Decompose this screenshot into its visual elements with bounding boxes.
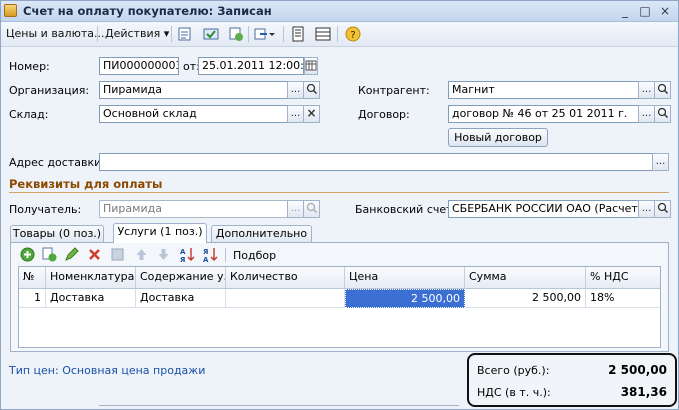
bank-account-select-button[interactable]: ...	[638, 200, 655, 218]
svg-text:Я: Я	[203, 248, 208, 256]
delivery-address-field[interactable]	[99, 153, 653, 171]
toolbar-separator	[97, 26, 98, 42]
tab-additional[interactable]: Дополнительно	[211, 225, 312, 242]
sort-ascending-icon[interactable]: AЯ	[179, 246, 196, 264]
move-down-icon[interactable]	[156, 247, 171, 262]
close-button[interactable]: ×	[657, 3, 673, 19]
movements-icon[interactable]	[315, 26, 331, 42]
calendar-icon[interactable]	[304, 57, 318, 75]
title-bar: Счет на оплату покупателю: Записан _ □ ×	[1, 1, 678, 22]
document-icon	[4, 4, 17, 17]
actions-menu-button[interactable]: Действия ▾	[105, 27, 169, 40]
vat-label: НДС (в т. ч.):	[477, 386, 551, 399]
column-header-quantity[interactable]: Количество	[226, 267, 345, 289]
svg-text:A: A	[180, 248, 186, 256]
help-icon[interactable]: ?	[345, 26, 361, 42]
contract-select-button[interactable]: ...	[638, 105, 655, 123]
toolbar-separator	[248, 26, 249, 42]
window-title: Счет на оплату покупателю: Записан	[23, 4, 272, 18]
toolbar-separator	[283, 26, 284, 42]
bank-account-label: Банковский счет:	[355, 203, 457, 216]
based-on-icon[interactable]	[254, 26, 275, 42]
recipient-open-icon	[303, 200, 320, 218]
organization-select-button[interactable]: ...	[287, 81, 304, 99]
comment-field-edge	[99, 405, 459, 410]
bank-account-field[interactable]: СБЕРБАНК РОССИИ ОАО (Расчетн	[448, 200, 639, 218]
date-field[interactable]: 25.01.2011 12:00:05	[198, 57, 304, 75]
delivery-address-label: Адрес доставки:	[9, 156, 105, 169]
delete-row-icon[interactable]	[87, 247, 102, 262]
tab-services[interactable]: Услуги (1 поз.)	[113, 223, 207, 243]
end-edit-icon	[110, 247, 125, 262]
counterparty-open-icon[interactable]	[654, 81, 671, 99]
vat-value: 381,36	[620, 385, 667, 399]
column-header-price[interactable]: Цена	[345, 267, 465, 289]
post-and-close-icon[interactable]	[177, 26, 193, 42]
contract-label: Договор:	[358, 108, 410, 121]
new-contract-button[interactable]: Новый договор	[448, 128, 548, 147]
svg-text:Я: Я	[180, 256, 185, 263]
number-label: Номер:	[9, 60, 50, 73]
svg-text:?: ?	[350, 30, 355, 41]
total-value: 2 500,00	[608, 363, 667, 377]
number-field[interactable]: ПИ000000003	[99, 57, 179, 75]
column-header-vat-rate[interactable]: % НДС	[586, 267, 660, 289]
table-cell-content[interactable]: Доставка	[136, 289, 226, 308]
copy-row-icon[interactable]	[42, 247, 57, 262]
recipient-select-button: ...	[287, 200, 304, 218]
maximize-button[interactable]: □	[637, 3, 653, 19]
write-icon[interactable]	[203, 26, 219, 42]
table-cell-vat-rate[interactable]: 18%	[586, 289, 660, 308]
move-up-icon[interactable]	[134, 247, 149, 262]
counterparty-label: Контрагент:	[358, 84, 430, 97]
table-cell-sum[interactable]: 2 500,00	[465, 289, 586, 308]
prices-currency-button[interactable]: Цены и валюта...	[6, 27, 104, 40]
recipient-label: Получатель:	[9, 203, 82, 216]
column-header-content[interactable]: Содержание у...	[136, 267, 226, 289]
bank-account-open-icon[interactable]	[654, 200, 671, 218]
toolbar-separator	[171, 26, 172, 42]
organization-open-icon[interactable]	[303, 81, 320, 99]
totals-box: Всего (руб.): 2 500,00 НДС (в т. ч.): 38…	[467, 353, 677, 407]
add-row-icon[interactable]	[20, 247, 35, 262]
organization-label: Организация:	[9, 84, 90, 97]
services-table: № Номенклатура Содержание у... Количеств…	[18, 266, 661, 348]
table-cell-nomenclature[interactable]: Доставка	[46, 289, 136, 308]
print-form-icon[interactable]	[290, 26, 306, 42]
warehouse-select-button[interactable]: ...	[287, 105, 304, 123]
svg-text:A: A	[203, 256, 209, 263]
column-header-nomenclature[interactable]: Номенклатура	[46, 267, 136, 289]
minimize-button[interactable]: _	[617, 3, 633, 19]
delivery-address-select-button[interactable]: ...	[652, 153, 669, 171]
total-label: Всего (руб.):	[477, 364, 550, 377]
toolbar-separator	[337, 26, 338, 42]
tab-goods[interactable]: Товары (0 поз.)	[10, 225, 104, 242]
warehouse-clear-icon[interactable]: ×	[303, 105, 320, 123]
table-cell-number[interactable]: 1	[19, 289, 46, 308]
warehouse-label: Склад:	[9, 108, 49, 121]
price-type-link[interactable]: Тип цен: Основная цена продажи	[9, 364, 205, 377]
table-cell-price[interactable]: 2 500,00	[345, 289, 465, 308]
counterparty-field[interactable]: Магнит	[448, 81, 639, 99]
contract-field[interactable]: договор № 46 от 25 01 2011 г.	[448, 105, 639, 123]
recipient-field: Пирамида	[99, 200, 288, 218]
selection-button[interactable]: Подбор	[233, 249, 276, 262]
edit-row-icon[interactable]	[64, 247, 79, 262]
sort-descending-icon[interactable]: ЯA	[202, 246, 219, 264]
table-cell-quantity[interactable]	[226, 289, 345, 308]
copy-icon[interactable]	[228, 26, 244, 42]
toolbar: Цены и валюта... Действия ▾ ?	[1, 22, 678, 47]
counterparty-select-button[interactable]: ...	[638, 81, 655, 99]
payment-details-heading: Реквизиты для оплаты	[9, 177, 163, 191]
column-header-number[interactable]: №	[19, 267, 46, 289]
toolbar-separator	[225, 248, 226, 262]
section-divider	[9, 192, 669, 193]
document-window: Счет на оплату покупателю: Записан _ □ ×…	[0, 0, 679, 410]
organization-field[interactable]: Пирамида	[99, 81, 288, 99]
contract-open-icon[interactable]	[654, 105, 671, 123]
warehouse-field[interactable]: Основной склад	[99, 105, 288, 123]
column-header-sum[interactable]: Сумма	[465, 267, 586, 289]
